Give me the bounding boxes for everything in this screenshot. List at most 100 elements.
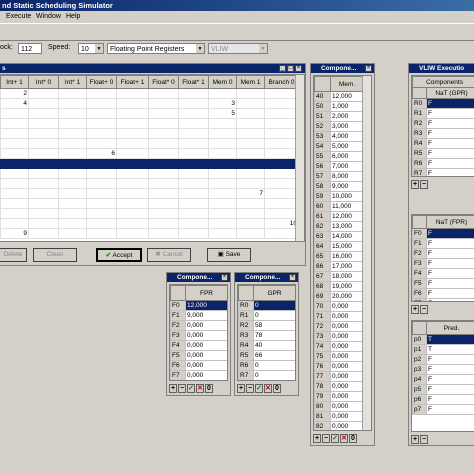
- table-cell[interactable]: [178, 158, 209, 169]
- chevron-down-icon[interactable]: ▼: [196, 44, 204, 53]
- vertical-scrollbar[interactable]: [362, 76, 371, 430]
- register-row[interactable]: 57 8,000: [314, 171, 364, 182]
- register-row[interactable]: F2 0,000: [170, 320, 227, 331]
- table-cell[interactable]: [148, 138, 179, 149]
- table-cell[interactable]: 6: [86, 148, 117, 159]
- remove-icon[interactable]: −: [420, 180, 428, 189]
- add-icon[interactable]: +: [411, 305, 419, 314]
- table-cell[interactable]: [86, 208, 117, 219]
- table-cell[interactable]: [116, 208, 149, 219]
- table-cell[interactable]: [148, 218, 179, 229]
- table-cell[interactable]: [264, 188, 299, 199]
- register-row[interactable]: R6 F: [412, 158, 474, 169]
- register-value[interactable]: 0,000: [185, 340, 227, 351]
- table-cell[interactable]: [178, 88, 209, 99]
- register-row[interactable]: 54 5,000: [314, 141, 364, 152]
- register-value[interactable]: 6,000: [330, 151, 364, 162]
- register-row[interactable]: F5 0,000: [170, 350, 227, 361]
- table-cell[interactable]: [28, 148, 59, 159]
- register-value[interactable]: 0,000: [330, 371, 364, 382]
- table-cell[interactable]: [236, 228, 265, 239]
- table-cell[interactable]: [208, 168, 237, 179]
- register-value[interactable]: 12,000: [330, 211, 364, 222]
- table-cell[interactable]: [236, 178, 265, 189]
- table-cell[interactable]: [208, 178, 237, 189]
- table-cell[interactable]: [86, 88, 117, 99]
- register-row[interactable]: F1 9,000: [170, 310, 227, 321]
- register-row[interactable]: R3 F: [412, 128, 474, 139]
- register-value[interactable]: 0,000: [330, 421, 364, 430]
- register-value[interactable]: F: [426, 288, 474, 299]
- close-icon[interactable]: ✕: [196, 384, 204, 393]
- table-cell[interactable]: [264, 98, 299, 109]
- register-row[interactable]: 59 10,000: [314, 191, 364, 202]
- mode-select[interactable]: VLIW ▼: [208, 43, 268, 54]
- table-cell[interactable]: [148, 158, 179, 169]
- register-row[interactable]: 72 0,000: [314, 321, 364, 332]
- menu-help[interactable]: Help: [66, 11, 80, 22]
- add-icon[interactable]: +: [313, 434, 321, 443]
- table-cell[interactable]: [116, 228, 149, 239]
- register-row[interactable]: p3 F: [412, 364, 474, 375]
- table-cell[interactable]: [28, 118, 59, 129]
- register-row[interactable]: F0 F: [412, 228, 474, 239]
- register-value[interactable]: F: [426, 228, 474, 239]
- register-value[interactable]: F: [426, 298, 474, 301]
- table-cell[interactable]: [178, 168, 209, 179]
- register-value[interactable]: 0,000: [330, 331, 364, 342]
- table-cell[interactable]: [264, 108, 299, 119]
- register-value[interactable]: 0,000: [330, 311, 364, 322]
- table-cell[interactable]: [58, 178, 87, 189]
- register-row[interactable]: R4 F: [412, 138, 474, 149]
- table-cell[interactable]: [208, 88, 237, 99]
- table-cell[interactable]: [264, 228, 299, 239]
- table-cell[interactable]: [264, 168, 299, 179]
- table-cell[interactable]: [148, 228, 179, 239]
- table-cell[interactable]: [116, 148, 149, 159]
- register-row[interactable]: 78 0,000: [314, 381, 364, 392]
- table-row[interactable]: [0, 158, 299, 169]
- table-cell[interactable]: [0, 118, 29, 129]
- table-row[interactable]: 5: [0, 108, 299, 119]
- table-cell[interactable]: [58, 158, 87, 169]
- table-cell[interactable]: 3: [208, 98, 237, 109]
- register-value[interactable]: 8,000: [330, 171, 364, 182]
- table-cell[interactable]: [0, 108, 29, 119]
- table-cell[interactable]: [264, 158, 299, 169]
- register-value[interactable]: 9,000: [330, 181, 364, 192]
- clean-button[interactable]: Clean: [33, 248, 77, 262]
- register-value[interactable]: 19,000: [330, 281, 364, 292]
- register-value[interactable]: 18,000: [330, 271, 364, 282]
- register-row[interactable]: 66 17,000: [314, 261, 364, 272]
- register-row[interactable]: R6 0: [238, 360, 295, 371]
- register-row[interactable]: 73 0,000: [314, 331, 364, 342]
- table-cell[interactable]: [116, 188, 149, 199]
- table-cell[interactable]: [86, 128, 117, 139]
- register-row[interactable]: R1 F: [412, 108, 474, 119]
- close-icon[interactable]: ×: [289, 274, 296, 281]
- table-cell[interactable]: [236, 98, 265, 109]
- register-row[interactable]: 76 0,000: [314, 361, 364, 372]
- register-value[interactable]: F: [425, 158, 474, 169]
- register-value[interactable]: 0: [253, 300, 295, 311]
- register-row[interactable]: R5 66: [238, 350, 295, 361]
- table-cell[interactable]: [178, 138, 209, 149]
- register-value[interactable]: 17,000: [330, 261, 364, 272]
- register-row[interactable]: 62 13,000: [314, 221, 364, 232]
- table-cell[interactable]: [208, 148, 237, 159]
- table-cell[interactable]: [264, 118, 299, 129]
- register-row[interactable]: 53 4,000: [314, 131, 364, 142]
- table-cell[interactable]: [86, 108, 117, 119]
- table-cell[interactable]: [58, 188, 87, 199]
- table-cell[interactable]: [178, 208, 209, 219]
- table-cell[interactable]: [178, 228, 209, 239]
- register-row[interactable]: F6 F: [412, 288, 474, 299]
- table-cell[interactable]: [28, 98, 59, 109]
- register-row[interactable]: p6 F: [412, 394, 474, 405]
- minimize-icon[interactable]: _: [279, 65, 286, 72]
- table-cell[interactable]: [28, 88, 59, 99]
- register-value[interactable]: 9,000: [185, 310, 227, 321]
- speed-field[interactable]: 10 ▼: [78, 43, 104, 54]
- register-value[interactable]: 0,000: [330, 341, 364, 352]
- register-row[interactable]: R4 40: [238, 340, 295, 351]
